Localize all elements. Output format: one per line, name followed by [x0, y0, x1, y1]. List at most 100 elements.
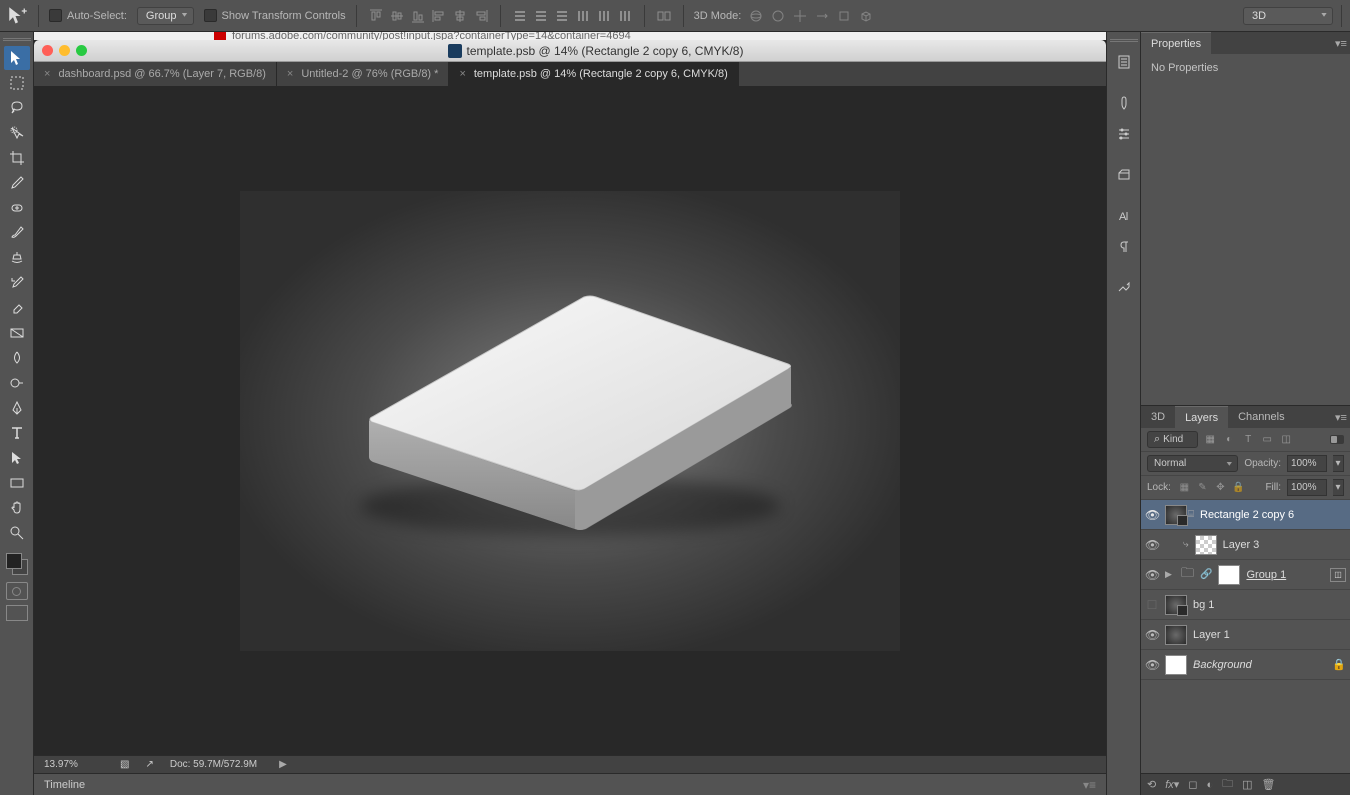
tab-layers[interactable]: Layers: [1175, 406, 1228, 428]
properties-tab[interactable]: Properties: [1141, 32, 1211, 54]
doc-size-info[interactable]: Doc: 59.7M/572.9M: [170, 759, 257, 770]
layer-name[interactable]: Rectangle 2 copy 6: [1200, 509, 1294, 521]
filter-kind-dropdown[interactable]: Kind: [1147, 431, 1198, 448]
timeline-panel[interactable]: Timeline ▾≡: [34, 773, 1106, 795]
layer-name[interactable]: Group 1: [1246, 569, 1286, 581]
quick-select-tool[interactable]: [4, 121, 30, 145]
screen-mode-icon[interactable]: [6, 605, 28, 621]
healing-brush-tool[interactable]: [4, 196, 30, 220]
auto-select-dropdown[interactable]: Group: [137, 7, 194, 25]
filter-type-icon[interactable]: T: [1240, 432, 1256, 448]
align-vcenter-icon[interactable]: [388, 7, 406, 25]
doc-tab-1[interactable]: ×Untitled-2 @ 76% (RGB/8) *: [277, 62, 450, 86]
color-swatch[interactable]: [4, 551, 30, 577]
distribute-vcenter-icon[interactable]: [532, 7, 550, 25]
align-left-icon[interactable]: [430, 7, 448, 25]
marquee-tool[interactable]: [4, 71, 30, 95]
delete-layer-icon[interactable]: 🗑: [1262, 778, 1276, 791]
layer-group-icon[interactable]: 🗀: [1222, 775, 1233, 794]
distribute-hcenter-icon[interactable]: [595, 7, 613, 25]
canvas[interactable]: [240, 191, 900, 651]
filter-pixel-icon[interactable]: ▦: [1202, 432, 1218, 448]
layer-thumb[interactable]: [1218, 565, 1240, 585]
layer-mask-icon[interactable]: ◻: [1188, 778, 1197, 791]
panel-menu-icon[interactable]: ▾≡: [1332, 406, 1350, 428]
blend-mode-dropdown[interactable]: Normal: [1147, 455, 1238, 472]
minimize-window-icon[interactable]: [59, 45, 70, 56]
distribute-right-icon[interactable]: [616, 7, 634, 25]
doc-tab-2[interactable]: ×template.psb @ 14% (Rectangle 2 copy 6,…: [449, 62, 738, 86]
lock-transparency-icon[interactable]: ▦: [1177, 480, 1192, 495]
layer-item[interactable]: 👁 Layer 1: [1141, 620, 1350, 650]
lock-all-icon[interactable]: 🔒: [1231, 480, 1246, 495]
3d-scale-icon[interactable]: [835, 7, 853, 25]
close-tab-icon[interactable]: ×: [459, 68, 465, 80]
status-icon-1[interactable]: ▧: [120, 759, 129, 770]
tab-channels[interactable]: Channels: [1228, 406, 1294, 428]
workspace-dropdown[interactable]: 3D: [1243, 7, 1333, 25]
layer-item[interactable]: 👁 ▶ 🗀 🔗 Group 1 ◫: [1141, 560, 1350, 590]
align-right-icon[interactable]: [472, 7, 490, 25]
filter-toggle[interactable]: [1330, 435, 1344, 444]
visibility-eye-icon[interactable]: 👁: [1145, 568, 1159, 582]
show-transform-checkbox[interactable]: Show Transform Controls: [204, 9, 346, 22]
filter-smart-icon[interactable]: ◫: [1278, 432, 1294, 448]
align-hcenter-icon[interactable]: [451, 7, 469, 25]
opacity-dropdown-icon[interactable]: ▾: [1333, 455, 1344, 472]
character-panel-icon[interactable]: A: [1111, 203, 1137, 229]
align-top-icon[interactable]: [367, 7, 385, 25]
blur-tool[interactable]: [4, 346, 30, 370]
layer-name[interactable]: Layer 3: [1223, 539, 1260, 551]
hand-tool[interactable]: [4, 496, 30, 520]
layer-item[interactable]: ☐ bg 1: [1141, 590, 1350, 620]
close-tab-icon[interactable]: ×: [287, 68, 293, 80]
status-menu-icon[interactable]: ▶: [279, 759, 287, 770]
3d-cube-icon[interactable]: [857, 7, 875, 25]
history-brush-tool[interactable]: [4, 271, 30, 295]
distribute-left-icon[interactable]: [574, 7, 592, 25]
panel-menu-icon[interactable]: ▾≡: [1083, 778, 1096, 792]
3d-pan-icon[interactable]: [791, 7, 809, 25]
layer-link-icon[interactable]: 🔗: [1200, 569, 1212, 580]
auto-align-icon[interactable]: [655, 7, 673, 25]
visibility-eye-icon[interactable]: 👁: [1145, 658, 1159, 672]
visibility-eye-icon[interactable]: ☐: [1145, 598, 1159, 612]
eyedropper-tool[interactable]: [4, 171, 30, 195]
doc-tab-0[interactable]: ×dashboard.psd @ 66.7% (Layer 7, RGB/8): [34, 62, 277, 86]
3d-slide-icon[interactable]: [813, 7, 831, 25]
distribute-bottom-icon[interactable]: [553, 7, 571, 25]
zoom-window-icon[interactable]: [76, 45, 87, 56]
tab-3d[interactable]: 3D: [1141, 406, 1175, 428]
layer-name[interactable]: Layer 1: [1193, 629, 1230, 641]
type-tool[interactable]: [4, 421, 30, 445]
brush-panel-icon[interactable]: [1111, 90, 1137, 116]
layer-name[interactable]: bg 1: [1193, 599, 1214, 611]
filter-adjust-icon[interactable]: ◐: [1221, 432, 1237, 448]
window-titlebar[interactable]: template.psb @ 14% (Rectangle 2 copy 6, …: [34, 40, 1106, 62]
layer-thumb[interactable]: [1165, 625, 1187, 645]
layer-fx-icon[interactable]: ◫: [1330, 568, 1346, 582]
new-layer-icon[interactable]: ◫: [1242, 778, 1252, 791]
expand-arrow-icon[interactable]: ▶: [1165, 569, 1175, 580]
3d-roll-icon[interactable]: [769, 7, 787, 25]
dodge-tool[interactable]: [4, 371, 30, 395]
link-layers-icon[interactable]: ⟲: [1147, 778, 1156, 791]
move-tool[interactable]: [4, 46, 30, 70]
panel-grip-icon[interactable]: [3, 35, 31, 43]
layer-item[interactable]: 👁 Background 🔒: [1141, 650, 1350, 680]
rectangle-tool[interactable]: [4, 471, 30, 495]
styles-panel-icon[interactable]: [1111, 162, 1137, 188]
clone-stamp-tool[interactable]: [4, 246, 30, 270]
layer-thumb[interactable]: [1195, 535, 1217, 555]
opacity-value[interactable]: 100%: [1287, 455, 1327, 472]
zoom-value[interactable]: 13.97%: [44, 759, 104, 770]
panel-menu-icon[interactable]: ▾≡: [1332, 32, 1350, 54]
close-window-icon[interactable]: [42, 45, 53, 56]
visibility-eye-icon[interactable]: 👁: [1145, 508, 1159, 522]
adjustment-layer-icon[interactable]: ◐: [1206, 779, 1213, 791]
visibility-eye-icon[interactable]: 👁: [1145, 538, 1159, 552]
auto-select-checkbox[interactable]: Auto-Select:: [49, 9, 127, 22]
brush-tool[interactable]: [4, 221, 30, 245]
gradient-tool[interactable]: [4, 321, 30, 345]
fill-dropdown-icon[interactable]: ▾: [1333, 479, 1344, 496]
